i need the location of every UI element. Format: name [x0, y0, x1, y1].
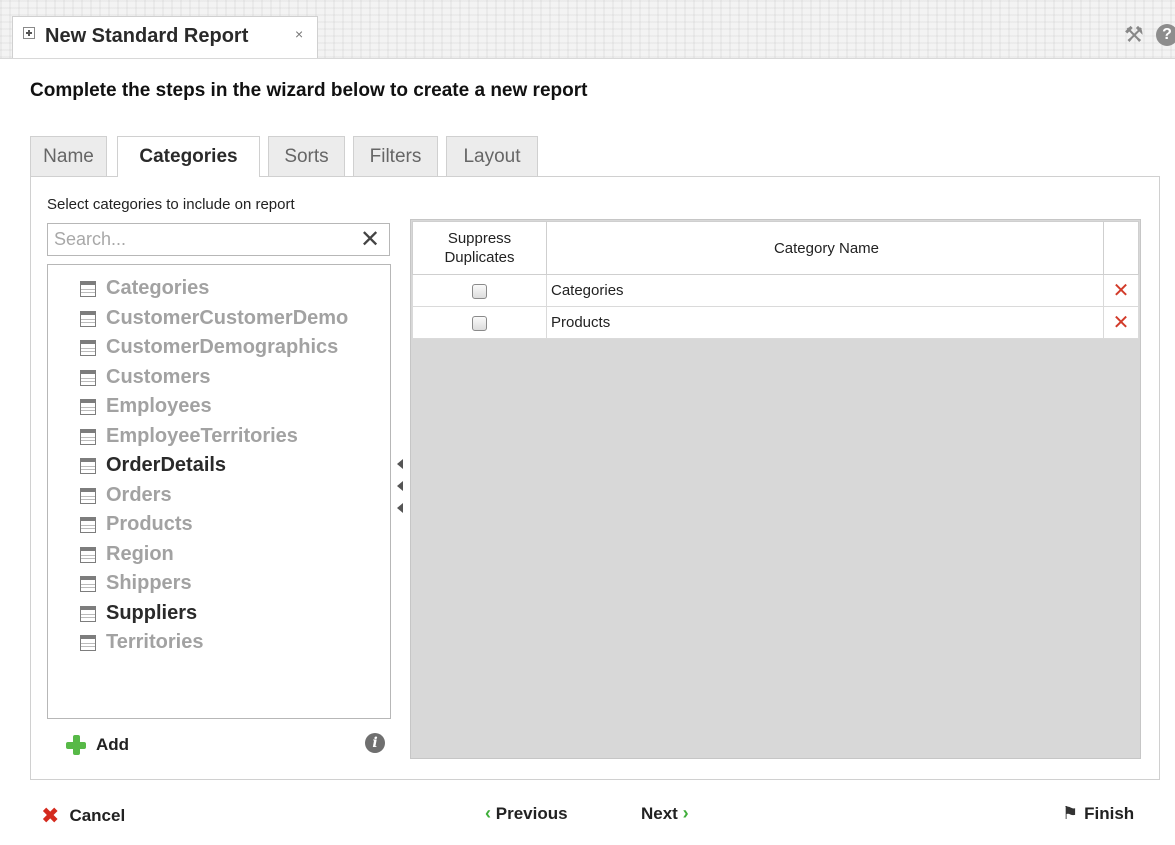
category-name-cell[interactable]: Categories [546, 274, 1104, 307]
next-button[interactable]: Next › [641, 803, 689, 827]
info-icon[interactable]: i [365, 733, 385, 753]
cancel-icon: ✖ [41, 803, 60, 828]
table-icon [80, 576, 96, 592]
add-button-label: Add [96, 735, 130, 754]
table-icon [80, 429, 96, 445]
delete-column-header [1103, 221, 1139, 275]
search-input[interactable] [48, 224, 360, 255]
chevron-left-icon: ‹ [485, 803, 491, 823]
list-item[interactable]: Shippers [80, 572, 390, 598]
table-icon [80, 340, 96, 356]
table-icon [80, 399, 96, 415]
table-icon [80, 606, 96, 622]
delete-row-icon[interactable]: ✕ [1113, 280, 1130, 302]
list-item[interactable]: Region [80, 543, 390, 569]
table-row: Products ✕ [412, 306, 1139, 339]
clear-search-icon[interactable]: ✕ [360, 225, 380, 255]
list-item[interactable]: CustomerCustomerDemo [80, 307, 390, 333]
tab-filters[interactable]: Filters [353, 136, 438, 176]
list-item[interactable]: Orders [80, 484, 390, 510]
document-tab-title: New Standard Report [45, 25, 249, 47]
list-item[interactable]: Suppliers [80, 602, 390, 628]
tools-icon[interactable]: ⚒ [1124, 22, 1144, 48]
document-tab-strip: New Standard Report × ⚒ ? [0, 0, 1175, 59]
collapse-left-arrow-icon[interactable] [397, 503, 403, 513]
tab-sorts[interactable]: Sorts [268, 136, 345, 176]
finish-button-label: Finish [1084, 804, 1135, 823]
list-item[interactable]: Territories [80, 631, 390, 657]
cancel-button-label: Cancel [69, 806, 126, 825]
table-icon [80, 458, 96, 474]
select-categories-label: Select categories to include on report [47, 196, 295, 213]
document-tab[interactable]: New Standard Report × [12, 16, 318, 58]
table-icon [80, 517, 96, 533]
list-item[interactable]: EmployeeTerritories [80, 425, 390, 451]
table-icon [80, 311, 96, 327]
help-icon[interactable]: ? [1156, 24, 1175, 46]
suppress-duplicates-checkbox[interactable] [472, 283, 487, 299]
plus-icon [66, 735, 86, 755]
search-box: ✕ [47, 223, 390, 256]
list-item[interactable]: Products [80, 513, 390, 539]
cancel-button[interactable]: ✖ Cancel [41, 803, 126, 828]
expand-icon[interactable] [23, 27, 35, 39]
selected-categories-table: Suppress Duplicates Category Name Catego… [412, 221, 1139, 339]
suppress-cell [412, 274, 547, 307]
category-list: Categories CustomerCustomerDemo Customer… [47, 264, 391, 719]
list-item[interactable]: Customers [80, 366, 390, 392]
close-tab-icon[interactable]: × [295, 26, 303, 42]
delete-cell: ✕ [1103, 306, 1139, 339]
tab-layout[interactable]: Layout [446, 136, 538, 176]
category-name-cell[interactable]: Products [546, 306, 1104, 339]
table-icon [80, 635, 96, 651]
checkered-flag-icon: ⚑ [1062, 803, 1079, 823]
list-item[interactable]: Employees [80, 395, 390, 421]
collapse-left-arrow-icon[interactable] [397, 481, 403, 491]
suppress-duplicates-header[interactable]: Suppress Duplicates [412, 221, 547, 275]
suppress-duplicates-checkbox[interactable] [472, 315, 487, 331]
next-button-label: Next [641, 804, 678, 823]
table-icon [80, 547, 96, 563]
tab-categories[interactable]: Categories [117, 136, 260, 177]
list-item[interactable]: OrderDetails [80, 454, 390, 480]
table-icon [80, 370, 96, 386]
list-item[interactable]: CustomerDemographics [80, 336, 390, 362]
grid-header-row: Suppress Duplicates Category Name [412, 221, 1139, 275]
finish-button[interactable]: ⚑ Finish [1062, 803, 1134, 827]
category-name-header[interactable]: Category Name [546, 221, 1104, 275]
table-icon [80, 488, 96, 504]
delete-cell: ✕ [1103, 274, 1139, 307]
selected-categories-grid: Suppress Duplicates Category Name Catego… [410, 219, 1141, 759]
table-icon [80, 281, 96, 297]
tab-name[interactable]: Name [30, 136, 107, 176]
list-item[interactable]: Categories [80, 277, 390, 303]
previous-button-label: Previous [495, 804, 568, 823]
previous-button[interactable]: ‹ Previous [485, 803, 568, 827]
page-title: Complete the steps in the wizard below t… [30, 80, 588, 101]
suppress-cell [412, 306, 547, 339]
collapse-left-arrow-icon[interactable] [397, 459, 403, 469]
table-row: Categories ✕ [412, 274, 1139, 307]
chevron-right-icon: › [682, 803, 689, 823]
delete-row-icon[interactable]: ✕ [1113, 312, 1130, 334]
